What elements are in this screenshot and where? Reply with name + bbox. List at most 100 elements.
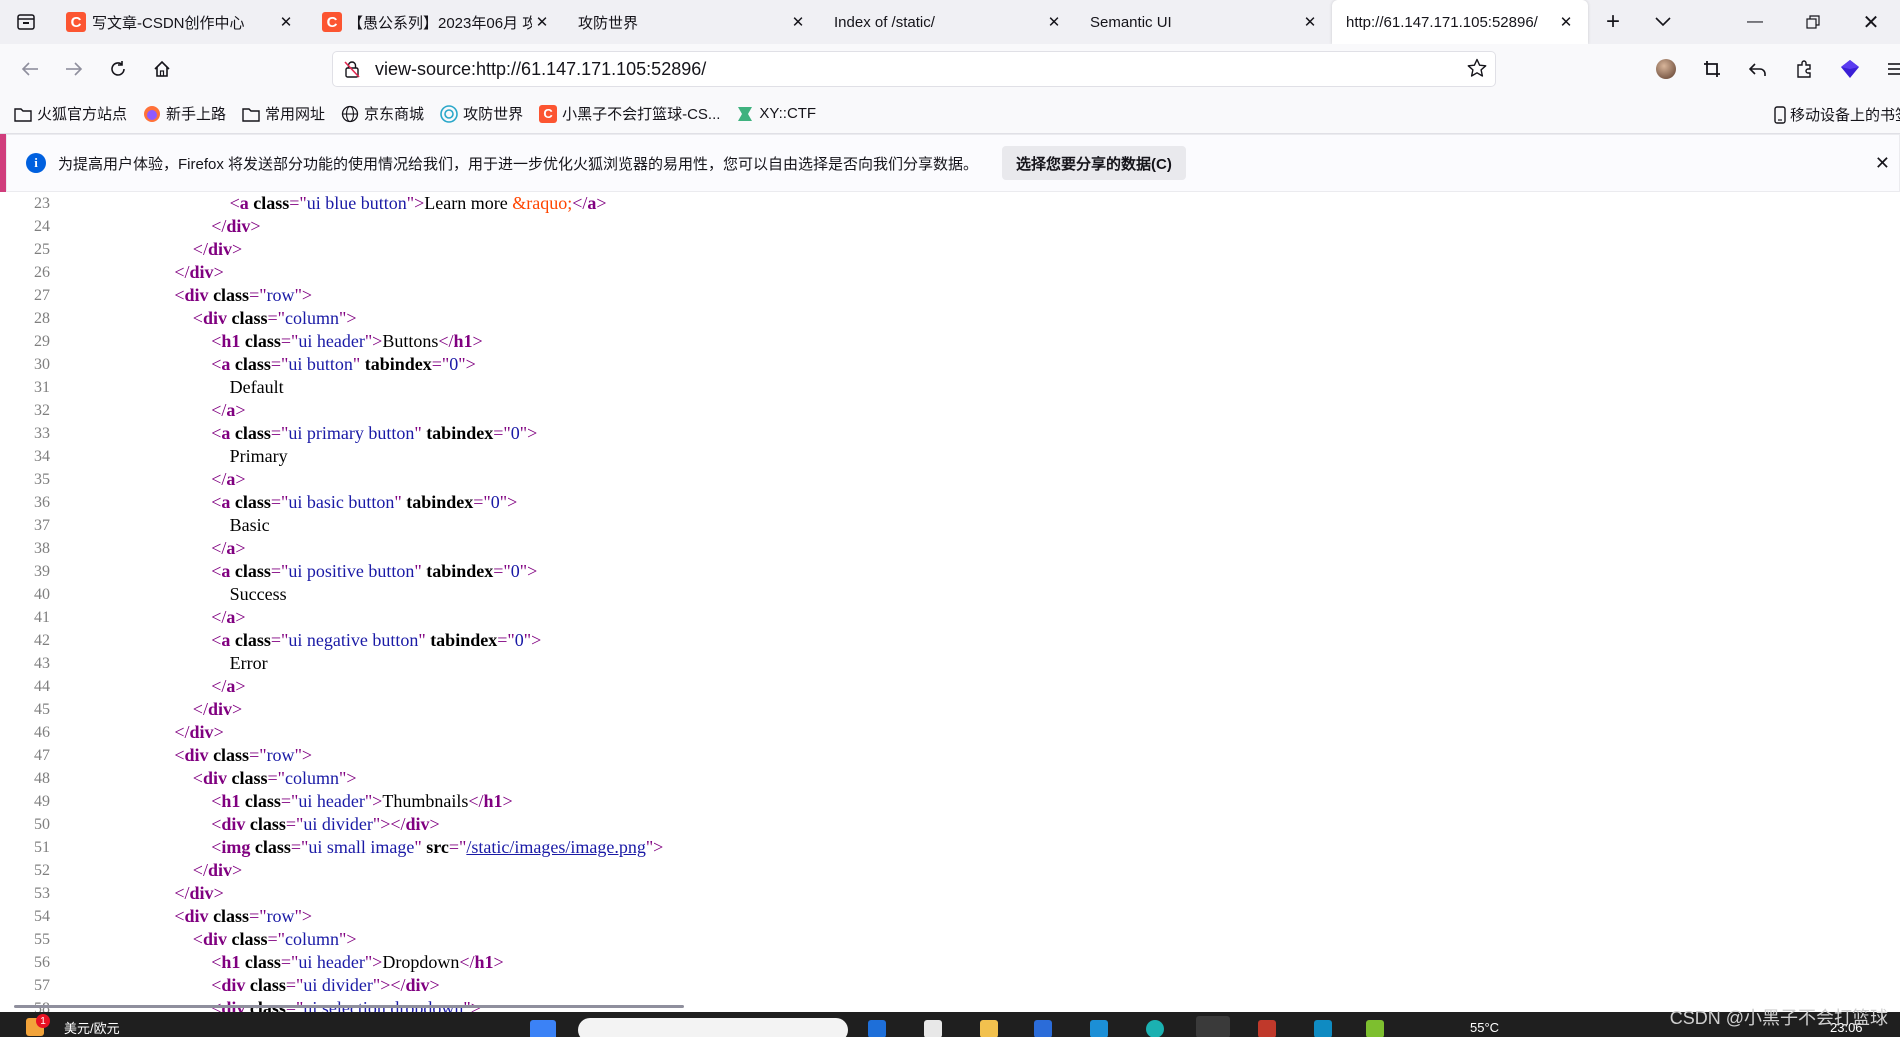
- edge-icon[interactable]: [868, 1020, 886, 1037]
- line-number: 25: [34, 241, 50, 258]
- source-line: 36 <a class="ui basic button" tabindex="0…: [0, 491, 1900, 514]
- tab-close-icon[interactable]: ✕: [276, 12, 296, 32]
- line-number: 49: [34, 793, 50, 810]
- browser-tab[interactable]: Semantic UI ✕: [1076, 0, 1332, 44]
- source-code: <h1 class="ui header">Thumbnails</h1>: [211, 791, 513, 811]
- tab-close-icon[interactable]: ✕: [532, 12, 552, 32]
- notepad-icon[interactable]: [924, 1020, 942, 1037]
- app-icon-red[interactable]: [1258, 1020, 1276, 1037]
- globe-icon: [341, 105, 359, 123]
- choose-data-to-share-button[interactable]: 选择您要分享的数据(C): [1002, 146, 1186, 180]
- restore-button[interactable]: [1784, 0, 1842, 44]
- source-line: 51 <img class="ui small image" src="/stat…: [0, 836, 1900, 859]
- source-line: 56 <h1 class="ui header">Dropdown</h1>: [0, 951, 1900, 974]
- bookmark-item[interactable]: 京东商城: [341, 103, 424, 124]
- tab-title: Semantic UI: [1090, 13, 1172, 31]
- plus-icon: +: [1605, 8, 1620, 35]
- source-code: </div>: [192, 699, 243, 719]
- account-avatar-button[interactable]: [1650, 52, 1682, 86]
- tab-strip: C 写文章-CSDN创作中心 ✕ C 【愚公系列】2023年06月 攻 ✕ 攻防世界 ✕ Ind…: [0, 0, 1900, 44]
- tab-close-icon[interactable]: ✕: [1556, 12, 1576, 32]
- browser-tab[interactable]: C 【愚公系列】2023年06月 攻 ✕: [308, 0, 564, 44]
- app-icon-green[interactable]: [1366, 1020, 1384, 1037]
- source-line: 47 <div class="row">: [0, 744, 1900, 767]
- tab-title: Index of /static/: [834, 13, 935, 31]
- source-line: 49 <h1 class="ui header">Thumbnails</h1>: [0, 790, 1900, 813]
- source-code: <img class="ui small image" src="/static…: [211, 837, 664, 857]
- home-button[interactable]: [140, 51, 184, 87]
- browser-tab[interactable]: Index of /static/ ✕: [820, 0, 1076, 44]
- horizontal-scrollbar[interactable]: [14, 1005, 684, 1008]
- source-code: <h1 class="ui header">Buttons</h1>: [211, 331, 483, 351]
- bookmark-label: XY::CTF: [759, 105, 817, 122]
- weather-widget[interactable]: 1 美元/欧元: [26, 1014, 120, 1037]
- file-explorer-icon[interactable]: [980, 1020, 998, 1037]
- minimize-button[interactable]: —: [1726, 0, 1784, 44]
- line-number: 53: [34, 885, 50, 902]
- browser-tab[interactable]: 攻防世界 ✕: [564, 0, 820, 44]
- line-number: 36: [34, 494, 50, 511]
- url-bar[interactable]: view-source:http://61.147.171.105:52896/: [333, 52, 1495, 86]
- browser-tab[interactable]: C 写文章-CSDN创作中心 ✕: [52, 0, 308, 44]
- bookmark-item[interactable]: 火狐官方站点: [14, 103, 127, 124]
- tab-close-icon[interactable]: ✕: [1044, 12, 1064, 32]
- source-line: 25 </div>: [0, 238, 1900, 261]
- app-icon-teal[interactable]: [1146, 1020, 1164, 1037]
- weather-badge: 1: [36, 1014, 50, 1028]
- line-number: 38: [34, 540, 50, 557]
- source-code: Error: [229, 653, 268, 673]
- source-line: 55 <div class="column">: [0, 928, 1900, 951]
- source-code: </div>: [174, 883, 224, 903]
- extension-button-purple[interactable]: [1834, 52, 1866, 86]
- app-icon-blue[interactable]: [1034, 1020, 1052, 1037]
- notification-close-button[interactable]: ✕: [1875, 153, 1890, 174]
- reload-icon: [111, 61, 125, 76]
- source-line: 45 </div>: [0, 698, 1900, 721]
- browser-tab[interactable]: http://61.147.171.105:52896/ ✕: [1332, 0, 1588, 44]
- url-text[interactable]: view-source:http://61.147.171.105:52896/: [375, 59, 706, 80]
- line-number: 50: [34, 816, 50, 833]
- firefox-view-icon: [17, 14, 35, 30]
- firefox-taskbar-icon[interactable]: [1196, 1016, 1230, 1037]
- new-tab-button[interactable]: +: [1588, 0, 1638, 44]
- source-line: 52 </div>: [0, 859, 1900, 882]
- line-number: 32: [34, 402, 50, 419]
- bookmark-item[interactable]: C 小黑子不会打篮球-CS...: [539, 103, 720, 124]
- source-code: <div class="column">: [192, 308, 357, 328]
- minimize-icon: —: [1747, 13, 1763, 30]
- notification-message: 为提高用户体验，Firefox 将发送部分功能的使用情况给我们，用于进一步优化火…: [58, 155, 979, 173]
- bookmark-item[interactable]: 新手上路: [143, 103, 226, 124]
- bookmark-item[interactable]: 常用网址: [242, 103, 325, 124]
- tab-close-icon[interactable]: ✕: [1300, 12, 1320, 32]
- mobile-bookmarks-folder[interactable]: 移动设备上的书签: [1773, 104, 1900, 125]
- screenshot-button[interactable]: [1696, 52, 1728, 86]
- tab-close-icon[interactable]: ✕: [788, 12, 808, 32]
- list-all-tabs-button[interactable]: [1638, 0, 1688, 44]
- forward-button[interactable]: [52, 51, 96, 87]
- bookmark-item[interactable]: 攻防世界: [440, 103, 523, 124]
- bookmark-label: 攻防世界: [463, 106, 524, 123]
- source-line: 50 <div class="ui divider"></div>: [0, 813, 1900, 836]
- undo-close-tab-button[interactable]: [1742, 52, 1774, 86]
- app-icon-cyan[interactable]: [1314, 1020, 1332, 1037]
- extensions-button[interactable]: [1788, 52, 1820, 86]
- back-button[interactable]: [8, 51, 52, 87]
- arrow-left-icon: [21, 62, 38, 76]
- line-number: 37: [34, 517, 50, 534]
- bookmark-label: 新手上路: [166, 106, 227, 123]
- bookmark-star-button[interactable]: [1467, 58, 1487, 81]
- close-window-button[interactable]: ✕: [1842, 0, 1900, 44]
- source-line: 57 <div class="ui divider"></div>: [0, 974, 1900, 997]
- app-menu-button[interactable]: [1880, 52, 1900, 86]
- taskbar-search-box[interactable]: [578, 1018, 848, 1037]
- app-icon-mail[interactable]: [1090, 1020, 1108, 1037]
- mobile-device-icon: [1774, 105, 1786, 124]
- source-line: 32 </a>: [0, 399, 1900, 422]
- folder-icon: [14, 105, 32, 123]
- bookmark-item[interactable]: XY::CTF: [736, 105, 816, 123]
- firefox-view-button[interactable]: [0, 0, 52, 44]
- source-code: <div class="column">: [192, 929, 357, 949]
- source-code: </a>: [211, 676, 246, 696]
- reload-button[interactable]: [96, 51, 140, 87]
- windows-start-icon[interactable]: [530, 1020, 556, 1037]
